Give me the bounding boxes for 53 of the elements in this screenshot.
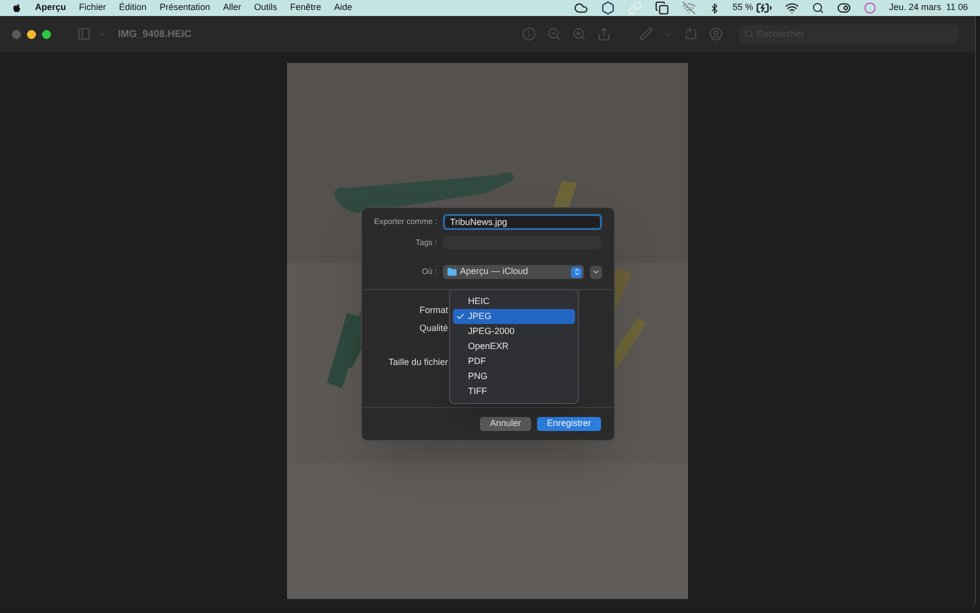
- share-icon[interactable]: [597, 27, 611, 41]
- battery-percent: 55 %: [732, 1, 754, 14]
- search-icon[interactable]: [812, 2, 824, 14]
- hexagon-icon[interactable]: [600, 1, 615, 15]
- location-popup[interactable]: Aperçu — iCloud: [443, 265, 584, 279]
- sidebar-icon[interactable]: [77, 27, 91, 41]
- format-option[interactable]: HEIC: [453, 294, 575, 309]
- window-title: IMG_9408.HEIC: [118, 28, 192, 42]
- field-label: Exporter comme :: [374, 216, 437, 228]
- save-button[interactable]: Enregistrer: [536, 417, 601, 431]
- zoom-in-icon[interactable]: [572, 27, 586, 41]
- zoom-button[interactable]: [42, 30, 51, 38]
- format-option[interactable]: PDF: [453, 354, 575, 369]
- menu-item[interactable]: Fenêtre: [290, 1, 322, 15]
- menu-item[interactable]: Fichier: [79, 1, 106, 15]
- menu-item[interactable]: Édition: [119, 1, 147, 15]
- format-option[interactable]: JPEG-2000: [453, 324, 575, 339]
- field-label: Tags :: [414, 236, 437, 248]
- format-option[interactable]: PNG: [453, 369, 575, 384]
- menu-item[interactable]: Aide: [334, 1, 352, 15]
- search-icon: [744, 29, 754, 39]
- clock[interactable]: Jeu. 24 mars 11 06: [889, 1, 968, 15]
- siri-icon[interactable]: [864, 2, 876, 14]
- wifi-icon[interactable]: [785, 1, 800, 15]
- cloud-icon[interactable]: [574, 1, 588, 15]
- format-option[interactable]: OpenEXR: [453, 339, 575, 354]
- minimize-button[interactable]: [27, 30, 36, 38]
- filename-field[interactable]: TribuNews.jpg: [443, 214, 602, 230]
- check-icon: [456, 312, 465, 321]
- menu-item[interactable]: Outils: [254, 1, 278, 15]
- info-icon[interactable]: [522, 27, 536, 41]
- option-label: Format: [418, 304, 448, 317]
- markup-icon[interactable]: [709, 27, 723, 41]
- option-label: Taille du fichier: [387, 356, 448, 369]
- chevron-icon: [592, 268, 600, 276]
- bluetooth-icon[interactable]: [708, 2, 720, 14]
- format-option[interactable]: TIFF: [453, 384, 575, 399]
- close-button[interactable]: [12, 30, 21, 38]
- rotate-icon[interactable]: [684, 27, 698, 41]
- menu-item[interactable]: Aller: [223, 1, 242, 15]
- app-menu[interactable]: Aperçu: [35, 1, 66, 15]
- windows-icon[interactable]: [654, 1, 669, 15]
- field-label: Où :: [420, 266, 437, 278]
- expand-button[interactable]: [590, 266, 602, 278]
- option-label: Qualité: [418, 322, 448, 335]
- menu-item[interactable]: Présentation: [160, 1, 210, 15]
- stepper-icon: [571, 266, 582, 278]
- cancel-button[interactable]: Annuler: [480, 417, 531, 431]
- zoom-out-icon[interactable]: [547, 27, 561, 41]
- folder-icon: [447, 267, 457, 277]
- format-option[interactable]: JPEG: [453, 309, 575, 324]
- apple-logo-icon[interactable]: [12, 2, 22, 14]
- pen-icon[interactable]: [639, 27, 653, 41]
